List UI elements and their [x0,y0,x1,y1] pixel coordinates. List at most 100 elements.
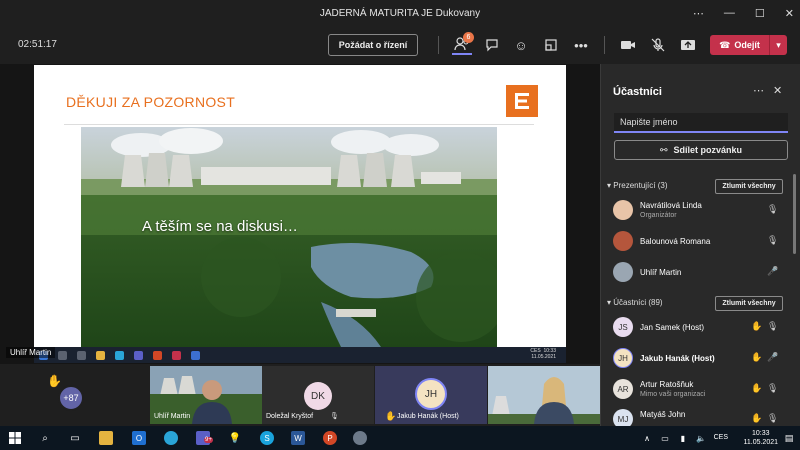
window-titlebar: JADERNÁ MATURITA JE Dukovany ⋯ — ☐ ✕ [0,0,800,26]
edge-icon[interactable] [164,431,178,445]
search-input[interactable]: Napište jméno [614,113,788,133]
microphone-muted-icon[interactable]: 🎙 [767,321,778,332]
attendees-header[interactable]: ▾ Účastníci (89) [607,298,663,307]
teams-icon[interactable]: 9+ [196,431,213,445]
microphone-muted-icon[interactable]: 🎙 [767,383,778,394]
microphone-icon[interactable]: 🎤 [767,352,778,363]
participant-name: Balounová Romana [640,237,711,246]
avatar: JH [415,378,447,410]
raised-hand-icon: ✋ [385,411,397,421]
volume-icon[interactable]: 🔈 [694,431,708,445]
leave-button[interactable]: ☎ Odejít ▾ [710,35,787,55]
minimize-button[interactable]: — [724,7,735,19]
raised-hand-icon: ✋ [47,374,62,388]
chat-icon[interactable] [482,35,502,55]
share-icon: ⚯ [659,144,668,155]
word-icon [191,350,200,360]
windows-start-icon[interactable] [8,431,22,445]
notifications-icon[interactable]: ▤ [782,431,796,445]
file-explorer-icon[interactable] [99,431,113,445]
meeting-toolbar: 02:51:17 Požádat o řízení 6 ☺ ••• ☎ Odej… [0,26,800,64]
avatar: JH [613,348,633,368]
camera-icon[interactable] [618,35,638,55]
microphone-muted-icon: 🎙 [330,413,339,420]
overflow-tile[interactable]: ✋ +87 CL [0,366,100,424]
participant-role: Organizátor [640,212,677,219]
video-tile[interactable] [488,366,600,424]
battery-icon[interactable]: ▮ [676,431,690,445]
windows-taskbar: ⌕ ▭ O 9+ 💡 S W P ∧ ▭ ▮ 🔈 CES 10:33 11.05… [0,426,800,450]
skype-icon[interactable]: S [260,431,274,445]
word-icon[interactable]: W [291,431,305,445]
close-button[interactable]: ✕ [785,7,794,20]
lightbulb-icon[interactable]: 💡 [228,431,242,445]
app-icon [172,350,181,360]
reactions-icon[interactable]: ☺ [511,35,531,55]
video-tile[interactable]: DK Doležal Kryštof 🎙 [262,366,374,424]
scrollbar[interactable] [793,174,796,254]
more-options-icon[interactable]: ⋯ [753,84,764,97]
app-icon[interactable] [353,431,367,445]
taskview-icon[interactable]: ▭ [68,431,82,445]
chevron-up-icon[interactable]: ∧ [640,431,654,445]
list-item[interactable]: AR Artur Ratošňuk Mimo vaši organizaci ✋… [613,376,793,404]
participant-name: Jakub Hanák (Host) [640,354,715,363]
video-strip: ✋ +87 CL Uhlíř Martin DK Doležal Kryštof… [0,364,600,426]
list-item[interactable]: JH Jakub Hanák (Host) ✋ 🎤 [613,345,793,373]
list-item[interactable]: MJ Matyáš John ✋ 🎙 [613,406,793,426]
mute-all-button[interactable]: Ztlumit všechny [715,179,783,194]
leave-label: Odejít [734,40,760,50]
avatar [613,200,633,220]
cez-logo [506,85,538,117]
network-icon[interactable]: ▭ [658,431,672,445]
microphone-muted-icon[interactable]: 🎙 [767,204,778,215]
nuclear-plant-photo [81,127,497,347]
share-invite-button[interactable]: ⚯ Sdílet pozvánku [614,140,788,160]
language-indicator[interactable]: CES [714,434,728,441]
microphone-muted-icon[interactable]: 🎙 [767,413,778,424]
avatar: MJ [613,409,633,426]
participants-count-badge: 6 [463,32,474,43]
presentation-slide: DĚKUJI ZA POZORNOST A těším se na diskus… [34,65,566,347]
presenters-header[interactable]: ▾ Prezentující (3) [607,181,668,190]
participant-video [488,366,600,424]
close-icon[interactable]: ✕ [773,84,782,97]
maximize-button[interactable]: ☐ [755,7,765,20]
raised-hand-icon: ✋ [751,383,763,393]
list-item[interactable]: JS Jan Samek (Host) ✋ 🎙 [613,314,793,342]
chevron-down-icon[interactable]: ▾ [769,35,787,55]
tile-name: Uhlíř Martin [154,413,191,420]
more-icon[interactable]: ⋯ [693,7,704,20]
outlook-icon[interactable]: O [132,431,146,445]
share-screen-icon[interactable] [678,35,698,55]
clock-time: 10:33 [751,430,770,437]
more-actions-icon[interactable]: ••• [571,35,591,55]
tile-name: Doležal Kryštof [266,413,314,420]
request-control-button[interactable]: Požádat o řízení [328,34,418,56]
slide-caption: A těším se na diskusi… [142,218,298,235]
mute-all-button[interactable]: Ztlumit všechny [715,296,783,311]
raised-hand-icon: ✋ [751,413,763,423]
microphone-icon[interactable]: 🎤 [767,266,778,277]
video-tile[interactable]: JH ✋ Jakub Hanák (Host) [375,366,487,424]
phone-hangup-icon: ☎ [719,39,731,50]
list-item[interactable]: Balounová Romana 🎙 [613,228,793,256]
panel-title: Účastníci [613,86,662,98]
video-tile[interactable]: Uhlíř Martin [150,366,262,424]
taskbar-clock[interactable]: 10:33 11.05.2021 [743,429,778,447]
teams-icon [134,350,143,360]
microphone-muted-icon[interactable] [648,35,668,55]
microphone-muted-icon[interactable]: 🎙 [767,235,778,246]
raised-hand-icon: ✋ [751,321,763,331]
edge-icon [115,350,124,360]
rooms-icon[interactable] [541,35,561,55]
avatar [613,262,633,282]
powerpoint-icon[interactable]: P [323,431,337,445]
share-invite-label: Sdílet pozvánku [673,145,743,155]
participant-role: Mimo vaši organizaci [640,391,706,398]
list-item[interactable]: Navrátilová Linda Organizátor 🎙 [613,197,793,225]
list-item[interactable]: Uhlíř Martin 🎤 [613,259,793,287]
search-icon[interactable]: ⌕ [38,431,52,445]
avatar [613,231,633,251]
meeting-timer: 02:51:17 [18,39,57,50]
